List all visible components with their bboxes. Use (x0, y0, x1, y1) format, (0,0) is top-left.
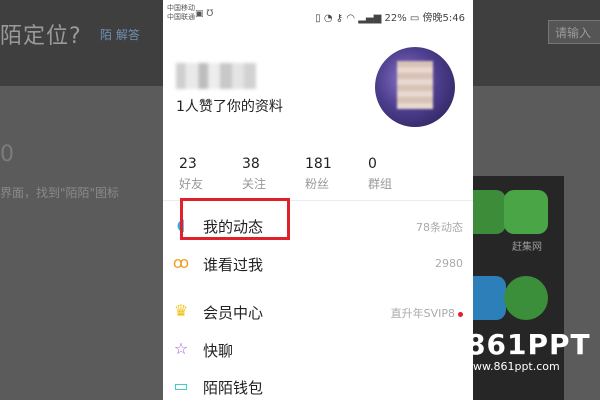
app-icon (504, 190, 548, 234)
stat-fans[interactable]: 181 粉丝 (305, 156, 332, 192)
android-icon (504, 276, 548, 320)
vibrate-icon: ▯ (315, 13, 321, 24)
menu-label: 谁看过我 (203, 256, 264, 274)
watermark-title: 861PPT (466, 328, 591, 361)
carrier-info: 中国移动 中国联通 (167, 4, 195, 22)
background-instruction: 界面，找到"陌陌"图标 (0, 186, 120, 200)
app-label: 赶集网 (512, 242, 542, 253)
blurred-username (176, 63, 256, 89)
menu-item-wallet[interactable]: ▭ 陌陌钱包 (163, 369, 473, 400)
watermark-url: www.861ppt.com (464, 360, 560, 373)
avatar[interactable] (375, 47, 455, 127)
layers-logo-icon (430, 332, 460, 360)
stat-value: 38 (242, 156, 260, 172)
background-search-input: 请输入 (548, 20, 600, 44)
star-icon: ☆ (173, 339, 189, 358)
avatar-pixelated (397, 61, 433, 109)
menu-item-quick-chat[interactable]: ☆ 快聊 (163, 332, 473, 366)
notification-dot (458, 311, 463, 317)
wallet-icon: ▭ (173, 376, 189, 395)
menu-label: 会员中心 (203, 304, 264, 322)
stat-friends[interactable]: 23 好友 (179, 156, 203, 192)
background-link: 陌 解答 (100, 28, 140, 42)
wifi-icon: ◠ (346, 13, 356, 24)
background-title: 陌定位? (0, 24, 82, 49)
stat-value: 0 (368, 156, 377, 172)
stat-following[interactable]: 38 关注 (242, 156, 266, 192)
menu-value-text: 直升年SVIP8 (390, 307, 455, 320)
key-icon: ⚷ (335, 13, 344, 24)
stat-label: 好友 (179, 177, 204, 191)
carrier-2: 中国联通 (167, 13, 195, 21)
highlight-box (180, 198, 290, 240)
glasses-icon: ꝏ (172, 253, 190, 272)
crown-icon: ♛ (173, 301, 189, 320)
menu-item-who-viewed-me[interactable]: ꝏ 谁看过我 2980 (163, 246, 473, 280)
menu-label: 陌陌钱包 (203, 379, 264, 397)
stat-groups[interactable]: 0 群组 (368, 156, 392, 192)
menu-value: 直升年SVIP8 (391, 305, 463, 321)
battery-level: 22% (384, 13, 407, 24)
image-icon: ▣ (195, 9, 204, 19)
stat-label: 群组 (368, 177, 393, 191)
stat-label: 关注 (242, 177, 267, 191)
menu-item-member-center[interactable]: ♛ 会员中心 直升年SVIP8 (163, 294, 473, 328)
battery-icon: ▭ (409, 13, 420, 24)
signal-icon: ▂▄▆ (358, 13, 382, 24)
background-number: 0 (0, 142, 14, 167)
stat-label: 粉丝 (305, 177, 330, 191)
stat-value: 181 (305, 156, 332, 172)
status-bar: 中国移动 中国联通 ▣ Ʊ ▯ ◔ ⚷ ◠ ▂▄▆ 22% ▭ 傍晚5:46 (163, 0, 473, 30)
menu-label: 快聊 (203, 342, 234, 360)
stat-value: 23 (179, 156, 197, 172)
clock: 傍晚5:46 (422, 13, 465, 24)
shield-icon: Ʊ (206, 9, 214, 19)
carrier-1: 中国移动 (167, 4, 195, 12)
menu-value: 2980 (435, 257, 463, 270)
likes-text[interactable]: 1人赞了你的资料 (176, 96, 283, 116)
menu-value: 78条动态 (416, 221, 463, 234)
notification-icons: ▣ Ʊ (195, 9, 213, 19)
status-right: ▯ ◔ ⚷ ◠ ▂▄▆ 22% ▭ 傍晚5:46 (315, 9, 465, 24)
alarm-icon: ◔ (323, 13, 333, 24)
